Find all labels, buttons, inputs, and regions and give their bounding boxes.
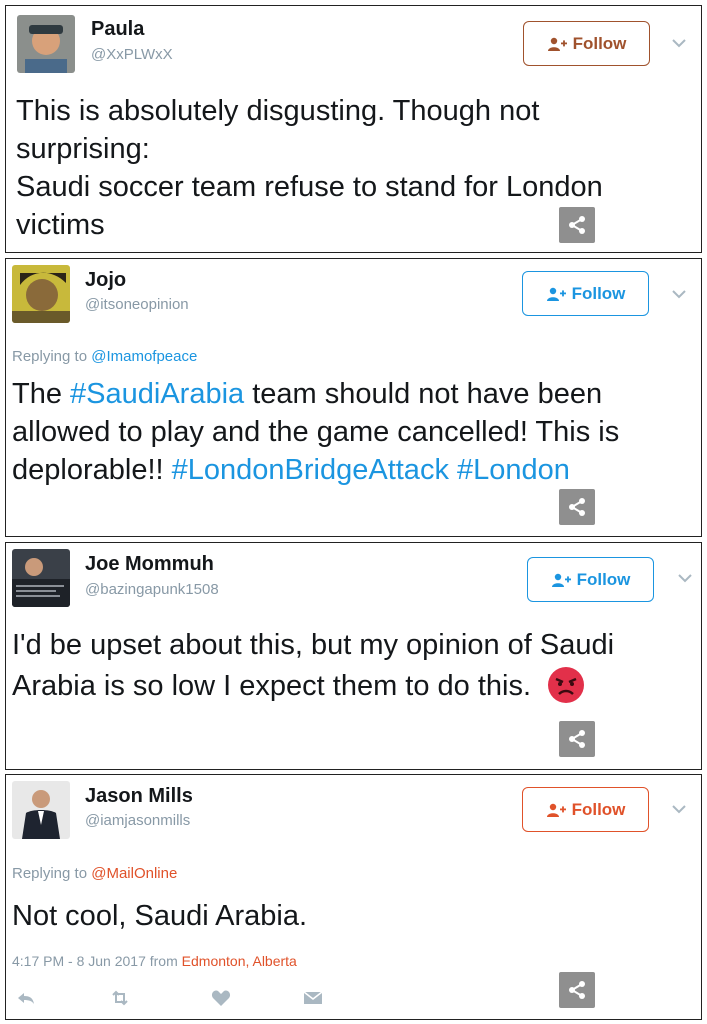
tweet-card-paula: Paula @XxPLWxX Follow This is absolutely… [5,5,702,253]
tweet-text-content: I'd be upset about this, but my opinion … [12,629,615,702]
chevron-down-icon[interactable] [670,288,688,300]
follow-label: Follow [571,799,626,819]
angry-face-icon [548,667,585,703]
follow-button[interactable]: Follow [527,557,654,602]
tweet-card-jason: Jason Mills @iamjasonmills Follow Replyi… [5,774,702,1020]
reply-target-link[interactable]: @MailOnline [91,865,177,882]
person-add-icon [546,803,566,817]
share-icon [569,216,585,234]
user-name[interactable]: Paula [91,18,144,41]
person-add-icon [547,37,567,51]
avatar[interactable] [12,781,70,839]
share-icon [569,730,585,748]
follow-label: Follow [572,33,627,53]
avatar[interactable] [12,549,70,607]
hashtag-link[interactable]: #SaudiArabia [70,378,244,410]
follow-label: Follow [576,569,631,589]
tweet-text-segment [449,454,457,486]
person-add-icon [551,573,571,587]
user-handle[interactable]: @iamjasonmills [85,812,190,829]
retweet-icon[interactable] [110,989,130,1007]
tweet-time[interactable]: 4:17 PM - 8 Jun 2017 from [12,953,178,969]
user-handle[interactable]: @bazingapunk1508 [85,581,219,598]
share-button[interactable] [559,207,595,243]
hashtag-link[interactable]: #LondonBridgeAttack [172,454,449,486]
share-button[interactable] [559,489,595,525]
heart-icon[interactable] [211,989,231,1007]
reply-target-link[interactable]: @Imamofpeace [91,348,197,365]
message-icon[interactable] [303,989,323,1007]
replying-to-prefix: Replying to [12,348,88,365]
tweet-text: Not cool, Saudi Arabia. [12,900,308,932]
user-name[interactable]: Jojo [85,269,126,292]
tweet-location[interactable]: Edmonton, Alberta [182,953,297,969]
tweet-card-jojo: Jojo @itsoneopinion Follow Replying to @… [5,258,702,537]
replying-to-prefix: Replying to [12,865,88,882]
share-button[interactable] [559,721,595,757]
follow-label: Follow [571,283,626,303]
person-add-icon [546,287,566,301]
tweet-timestamp: 4:17 PM - 8 Jun 2017 from Edmonton, Albe… [12,953,297,969]
user-handle[interactable]: @itsoneopinion [85,296,189,313]
tweet-text-segment: The [12,378,71,410]
reply-icon[interactable] [16,989,36,1007]
follow-button[interactable]: Follow [522,271,649,316]
chevron-down-icon[interactable] [670,37,688,49]
share-button[interactable] [559,972,595,1008]
share-icon [569,981,585,999]
follow-button[interactable]: Follow [523,21,650,66]
replying-to: Replying to @Imamofpeace [12,348,197,365]
chevron-down-icon[interactable] [670,803,688,815]
share-icon [569,498,585,516]
tweet-card-joe: Joe Mommuh @bazingapunk1508 Follow I'd b… [5,542,702,770]
tweet-text: I'd be upset about this, but my opinion … [12,625,641,707]
user-name[interactable]: Joe Mommuh [85,553,214,576]
hashtag-link[interactable]: #London [457,454,570,486]
avatar[interactable] [12,265,70,323]
chevron-down-icon[interactable] [676,572,694,584]
replying-to: Replying to @MailOnline [12,865,177,882]
user-name[interactable]: Jason Mills [85,785,193,808]
avatar[interactable] [17,15,75,73]
tweet-text: This is absolutely disgusting. Though no… [16,95,603,241]
user-handle[interactable]: @XxPLWxX [91,46,173,63]
tweet-text: The #SaudiArabia team should not have be… [12,375,631,489]
follow-button[interactable]: Follow [522,787,649,832]
